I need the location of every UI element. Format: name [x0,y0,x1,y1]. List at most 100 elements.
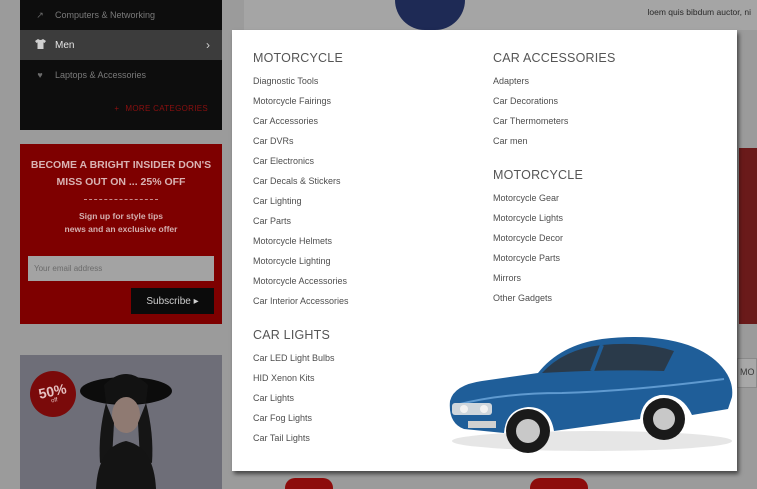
menu-link-item: Car LED Light Bulbs [253,347,335,367]
menu-link[interactable]: Motorcycle Helmets [253,236,332,246]
shirt-icon [34,39,46,51]
menu-link-item: Diagnostic Tools [253,70,349,90]
plus-icon: + [114,104,120,113]
sale-badge: 50% off [25,366,81,422]
menu-link-item: Car Fog Lights [253,407,335,427]
promo-text-line: Sign up for style tips [78,211,164,221]
menu-link[interactable]: Car LED Light Bulbs [253,353,335,363]
promo-title: BECOME A BRIGHT INSIDER DON'S MISS OUT O… [30,159,212,188]
menu-link[interactable]: Motorcycle Fairings [253,96,331,106]
hero-banner-top: loem quis bibdum auctor, ni [244,0,757,30]
hero-caption: loem quis bibdum auctor, ni [647,7,751,17]
promo-divider [84,199,158,200]
menu-link-item: Adapters [493,70,615,90]
chart-icon: ↗ [36,9,44,20]
menu-link-item: Car Parts [253,210,349,230]
menu-group-car-lights: CAR LIGHTS Car LED Light Bulbs HID Xenon … [253,327,335,447]
mega-menu-dropdown: MOTORCYCLE Diagnostic Tools Motorcycle Fa… [232,30,737,471]
menu-link[interactable]: Car Interior Accessories [253,296,349,306]
menu-link-item: Car Accessories [253,110,349,130]
menu-link[interactable]: Motorcycle Parts [493,253,560,263]
menu-link[interactable]: HID Xenon Kits [253,373,315,383]
menu-link-item: Motorcycle Accessories [253,270,349,290]
sale-off-label: off [50,397,59,405]
sidebar-item-men[interactable]: Men › [20,30,222,60]
menu-link[interactable]: Car Lighting [253,196,302,206]
chevron-right-icon: › [206,38,210,52]
menu-link-item: Car Tail Lights [253,427,335,447]
menu-link[interactable]: Car Electronics [253,156,314,166]
car-image [449,337,733,453]
menu-link-list: Diagnostic Tools Motorcycle Fairings Car A… [253,70,349,310]
menu-link[interactable]: Motorcycle Decor [493,233,563,243]
menu-link[interactable]: Diagnostic Tools [253,76,318,86]
menu-link[interactable]: Motorcycle Lights [493,213,563,223]
category-sidebar: ↗ Computers & Networking Men › ♥ Laptops… [20,0,222,130]
heart-icon: ♥ [37,70,43,80]
menu-link-item: Car men [493,130,615,150]
menu-group-title: MOTORCYCLE [253,51,343,65]
menu-link-item: Car Lighting [253,190,349,210]
menu-group-car-accessories: CAR ACCESSORIES Adapters Car Decorations C… [493,50,615,150]
promo-text-line: news and an exclusive offer [64,224,178,234]
side-product-image [739,148,757,324]
menu-link-item: Car Interior Accessories [253,290,349,310]
product-thumbnail [530,478,588,489]
promo-text: Sign up for style tips news and an exclu… [20,210,222,236]
menu-link[interactable]: Adapters [493,76,529,86]
email-field[interactable] [28,256,214,281]
newsletter-promo: BECOME A BRIGHT INSIDER DON'S MISS OUT O… [20,144,222,324]
menu-link[interactable]: Motorcycle Lighting [253,256,331,266]
menu-link[interactable]: Car Accessories [253,116,318,126]
menu-link[interactable]: Car Decorations [493,96,558,106]
menu-link-item: Other Gadgets [493,287,583,307]
menu-link-item: Car DVRs [253,130,349,150]
menu-group-motorcycle-2: MOTORCYCLE Motorcycle Gear Motorcycle Lig… [493,167,583,307]
menu-link[interactable]: Car men [493,136,528,146]
sidebar-item-label: Computers & Networking [55,10,156,20]
menu-link-item: Car Lights [253,387,335,407]
subscribe-label: Subscribe [146,295,191,307]
sidebar-item-computers-networking[interactable]: ↗ Computers & Networking [20,0,222,30]
menu-link[interactable]: Car Thermometers [493,116,568,126]
menu-link[interactable]: Other Gadgets [493,293,552,303]
side-product-text: MO [740,367,755,377]
sale-banner[interactable]: 50% off [20,355,222,489]
menu-link-item: HID Xenon Kits [253,367,335,387]
menu-link[interactable]: Car Parts [253,216,291,226]
menu-link-item: Car Electronics [253,150,349,170]
model-image [80,374,172,489]
menu-link[interactable]: Car Decals & Stickers [253,176,341,186]
menu-link-item: Car Decorations [493,90,615,110]
menu-group-motorcycle: MOTORCYCLE Diagnostic Tools Motorcycle Fa… [253,50,349,310]
menu-link[interactable]: Motorcycle Accessories [253,276,347,286]
menu-link-list: Car LED Light Bulbs HID Xenon Kits Car Lig… [253,347,335,447]
menu-group-title: CAR ACCESSORIES [493,51,616,65]
menu-link[interactable]: Car DVRs [253,136,294,146]
sidebar-item-label: Men [55,39,75,51]
menu-group-title: CAR LIGHTS [253,328,331,342]
menu-link[interactable]: Motorcycle Gear [493,193,559,203]
menu-link-item: Motorcycle Parts [493,247,583,267]
menu-link-list: Adapters Car Decorations Car Thermometers C… [493,70,615,150]
menu-link[interactable]: Car Fog Lights [253,413,312,423]
sidebar-item-laptops-accessories[interactable]: ♥ Laptops & Accessories [20,60,222,90]
menu-link-item: Motorcycle Lighting [253,250,349,270]
menu-link-item: Car Thermometers [493,110,615,130]
more-categories-label: MORE CATEGORIES [125,104,208,113]
side-product-label: MO [737,358,757,388]
menu-link[interactable]: Car Lights [253,393,294,403]
more-categories-link[interactable]: + MORE CATEGORIES [114,104,208,113]
menu-link-item: Motorcycle Helmets [253,230,349,250]
menu-link-item: Mirrors [493,267,583,287]
subscribe-button[interactable]: Subscribe ▸ [131,288,214,314]
menu-link[interactable]: Mirrors [493,273,521,283]
menu-link-item: Motorcycle Lights [493,207,583,227]
menu-link[interactable]: Car Tail Lights [253,433,310,443]
menu-group-title: MOTORCYCLE [493,168,583,182]
menu-link-item: Motorcycle Decor [493,227,583,247]
menu-link-item: Motorcycle Fairings [253,90,349,110]
product-thumbnail [285,478,333,489]
menu-link-item: Motorcycle Gear [493,187,583,207]
sidebar-item-label: Laptops & Accessories [55,70,147,80]
